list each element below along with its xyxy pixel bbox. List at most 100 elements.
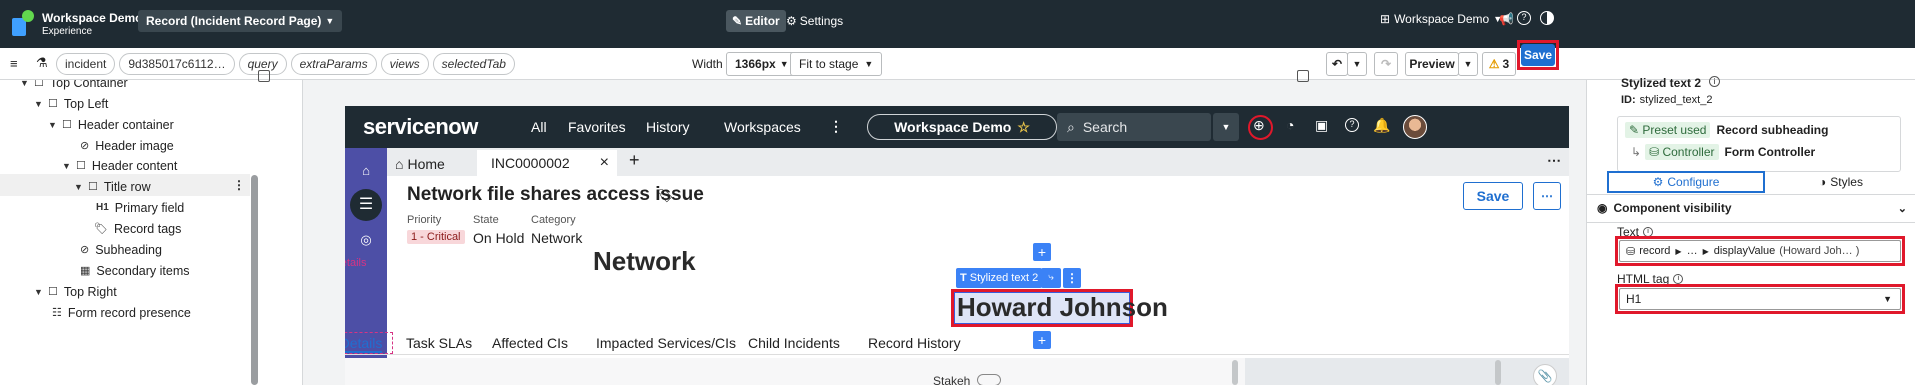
pill-selectedtab[interactable]: selectedTab (432, 53, 515, 75)
avatar[interactable] (1403, 115, 1427, 139)
close-icon[interactable]: × (600, 154, 609, 172)
tree-node-form-record-presence[interactable]: ☷ Form record presence (52, 300, 191, 325)
more-vertical-icon[interactable]: ⋮ (829, 118, 843, 135)
pencil-icon: ✎ (1629, 123, 1640, 137)
tab-overflow-icon[interactable]: ⋯ (1547, 152, 1561, 169)
section-visibility[interactable]: ◉ Component visibility ⌄ (1597, 198, 1907, 218)
box-icon: ☐ (34, 80, 44, 89)
save-label: Save (1523, 48, 1553, 62)
star-icon[interactable]: ☆ (1017, 119, 1030, 136)
tab-home[interactable]: ⌂ Home (395, 152, 445, 176)
component-label-tag: T Stylized text 2 (956, 268, 1043, 288)
grid-icon: ▦ (80, 265, 91, 277)
form-tabs-border (345, 354, 1569, 355)
form-tab-details[interactable]: Details (345, 332, 393, 354)
select-parent-icon[interactable]: ⤷ (1041, 268, 1061, 288)
nav-favorites[interactable]: Favorites (568, 119, 626, 135)
search-scope-button[interactable]: ▼ (1213, 113, 1239, 141)
app-title: Workspace Demo (42, 11, 143, 25)
save-button[interactable]: Save (1521, 44, 1555, 66)
undo-history-button[interactable]: ▼ (1347, 52, 1367, 76)
insert-below-button[interactable]: + (1033, 331, 1051, 349)
help-icon[interactable]: ? (1517, 11, 1531, 25)
controller-badge-label: Controller (1662, 145, 1715, 159)
pill-sysid[interactable]: 9d385017c6112… (119, 53, 235, 75)
workspace-pill-label: Workspace Demo (894, 119, 1012, 135)
database-icon: ⛁ (1649, 145, 1660, 159)
form-tab-task-slas[interactable]: Task SLAs (406, 335, 472, 351)
nav-workspaces[interactable]: Workspaces (724, 119, 801, 135)
tab-configure[interactable]: ⚙ Configure (1607, 171, 1765, 193)
form-tab-child-incidents[interactable]: Child Incidents (748, 335, 840, 351)
page-selector[interactable]: Record (Incident Record Page) ▼ (138, 10, 343, 32)
caret-down-icon: ▼ (34, 98, 43, 109)
component-menu-icon[interactable]: ⋮ (1063, 268, 1081, 288)
warnings-button[interactable]: ⚠ 3 (1482, 52, 1516, 76)
form-tab-impacted-services[interactable]: Impacted Services/CIs (596, 335, 736, 351)
tab-styles[interactable]: ◑ Styles (1767, 171, 1915, 193)
bell-icon[interactable]: 🔔 (1373, 117, 1390, 134)
more-vertical-icon[interactable]: ⋮ (233, 178, 245, 192)
workspace-menu[interactable]: ⊞ Workspace Demo ▼ (1380, 12, 1502, 26)
assigned-name-text[interactable]: Howard Johnson (957, 292, 1168, 323)
nav-history[interactable]: History (646, 119, 690, 135)
collapse-tree-icon[interactable] (258, 70, 270, 82)
subheading-text: Network (593, 246, 696, 276)
form-tab-record-history[interactable]: Record History (868, 335, 961, 351)
record-more-button[interactable]: ⋯ (1533, 182, 1561, 210)
search-input[interactable]: ⌕ Search (1057, 113, 1211, 141)
width-select[interactable]: 1366px ▼ (726, 52, 798, 76)
globe-icon[interactable]: ⊕ (1253, 117, 1265, 134)
flask-icon[interactable]: ⚗ (36, 55, 48, 71)
redo-button[interactable]: ↷ (1374, 52, 1398, 76)
undo-button[interactable]: ↶ (1326, 52, 1348, 76)
search-icon: ⌕ (1067, 118, 1075, 135)
attachment-icon[interactable]: 📎 (1533, 364, 1557, 385)
add-tab-icon[interactable]: + (629, 150, 640, 171)
hamburger-icon[interactable]: ≡ (10, 56, 18, 71)
page-selector-label: Record (Incident Record Page) (146, 14, 322, 28)
megaphone-icon[interactable]: 📢 (1499, 12, 1514, 26)
form-toggle[interactable] (977, 374, 1001, 385)
path-ellipsis: … (1686, 245, 1698, 257)
list-icon-active[interactable]: ☰ (350, 189, 382, 221)
editor-label: Editor (745, 14, 780, 28)
collapse-panel-icon[interactable] (1297, 70, 1309, 82)
form-scrollbar[interactable] (1232, 360, 1238, 385)
analytics-icon[interactable]: ◎ (354, 228, 378, 252)
preview-menu-button[interactable]: ▼ (1458, 52, 1478, 76)
pill-extraparams[interactable]: extraParams (290, 53, 377, 75)
chat-icon[interactable]: ◔ (1286, 117, 1294, 133)
pill-table[interactable]: incident (56, 53, 116, 75)
pill-views[interactable]: views (380, 53, 429, 75)
text-icon: T (960, 272, 967, 284)
tree-scrollbar[interactable] (251, 175, 258, 385)
right-scrollbar[interactable] (1495, 360, 1501, 385)
insert-above-button[interactable]: + (1033, 243, 1051, 261)
component-label-text: Stylized text 2 (969, 272, 1039, 284)
preview-button[interactable]: Preview (1405, 52, 1459, 76)
info-icon[interactable]: i (1673, 274, 1684, 284)
home-icon[interactable]: ⌂ (354, 158, 378, 182)
workspace-pill[interactable]: Workspace Demo ☆ (867, 114, 1057, 140)
fit-select[interactable]: Fit to stage ▼ (790, 52, 883, 76)
inbox-icon[interactable]: ▣ (1315, 117, 1328, 134)
info-icon[interactable]: i (1709, 76, 1720, 87)
preset-value[interactable]: Record subheading (1716, 123, 1828, 137)
text-binding-field[interactable]: ⛁ record ▶ … ▶ displayValue (Howard Joh…… (1619, 240, 1901, 262)
tab-record[interactable]: INC0000002 × (477, 150, 617, 176)
pencil-icon: ✎ (732, 14, 743, 28)
app-subtitle: Experience (42, 26, 93, 37)
record-save-button[interactable]: Save (1463, 182, 1523, 210)
help-icon[interactable]: ? (1345, 118, 1359, 132)
contrast-icon[interactable] (1540, 11, 1554, 25)
nav-all[interactable]: All (531, 119, 547, 135)
settings-toggle[interactable]: ⚙ Settings (786, 10, 843, 32)
html-tag-select[interactable]: H1 ▼ (1619, 288, 1901, 310)
editor-toggle[interactable]: ✎ Editor (726, 10, 786, 32)
controller-value[interactable]: Form Controller (1725, 145, 1816, 159)
details-tag: ⧉ Details (345, 256, 366, 269)
form-tab-affected-cis[interactable]: Affected CIs (492, 335, 568, 351)
path-display-value: displayValue (1713, 245, 1776, 257)
tag-icon[interactable]: 🏷 (657, 188, 674, 204)
